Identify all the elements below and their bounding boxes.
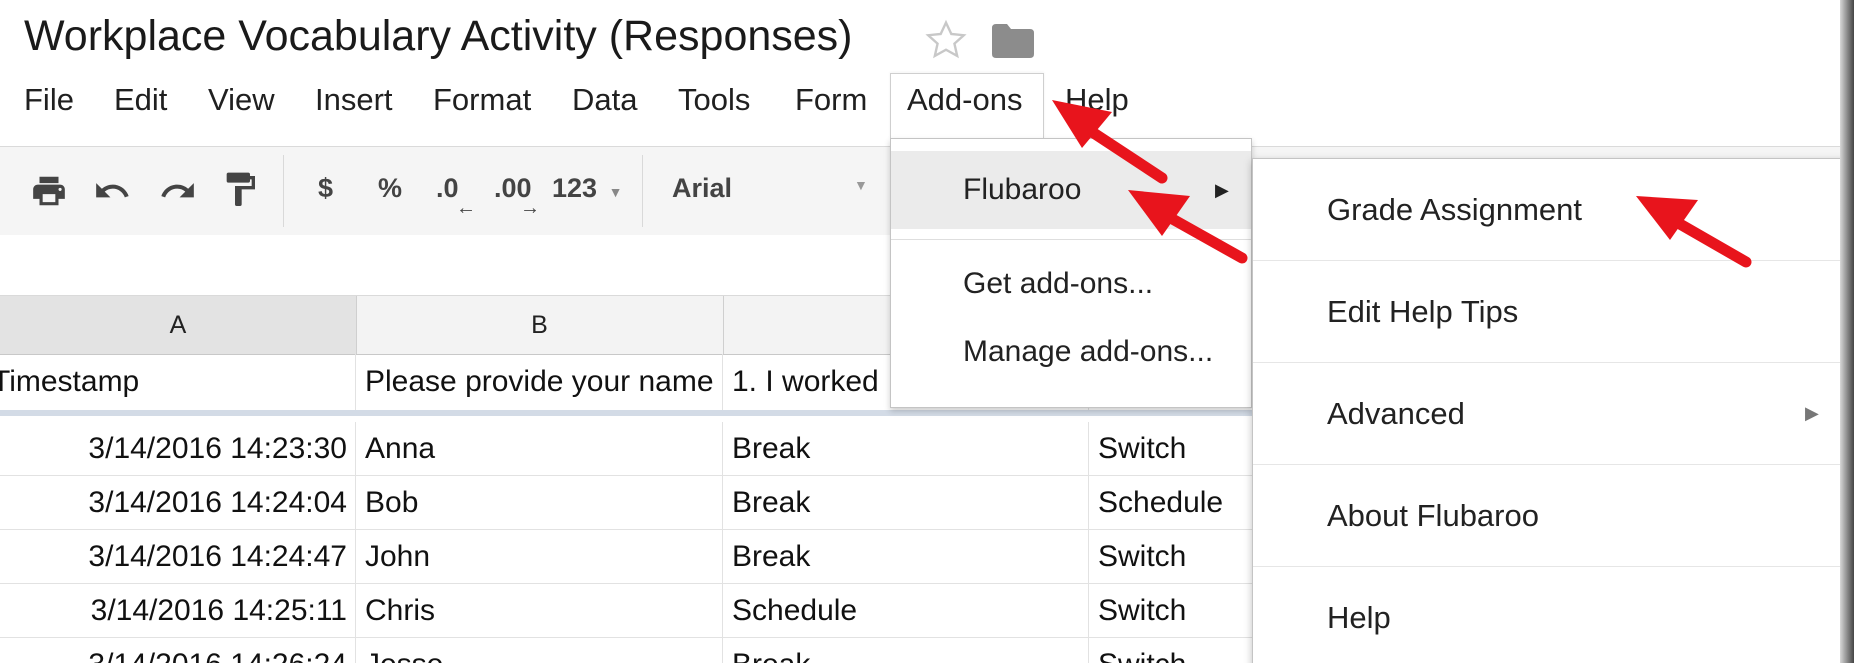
table-cell[interactable]: Schedule [723,584,1089,637]
font-select[interactable]: Arial ▼ [672,173,872,204]
menu-item-get-addons-label: Get add-ons... [963,267,1154,300]
arrow-right-icon: → [520,197,540,219]
table-cell[interactable]: Break [723,422,1089,475]
percent-format-button[interactable]: % [378,173,402,204]
font-select-value: Arial [672,173,733,203]
chevron-down-icon: ▼ [854,177,868,193]
table-cell[interactable]: 3/14/2016 14:26:24 [0,638,356,663]
table-cell[interactable]: Break [723,638,1089,663]
menu-addons[interactable]: Add-ons [907,82,1022,118]
menu-divider [891,239,1251,240]
table-cell[interactable]: 3/14/2016 14:25:11 [0,584,356,637]
table-cell[interactable]: Break [723,530,1089,583]
table-cell[interactable]: Break [723,476,1089,529]
addons-dropdown-menu: Flubaroo ▶ Get add-ons... Manage add-ons… [890,138,1252,408]
spreadsheet-window: Workplace Vocabulary Activity (Responses… [0,0,1854,663]
table-cell[interactable]: Bob [356,476,723,529]
table-cell[interactable]: Jesse [356,638,723,663]
submenu-item-help[interactable]: Help [1253,567,1847,663]
menu-tools[interactable]: Tools [678,82,750,118]
submenu-item-label: Edit Help Tips [1327,294,1519,329]
submenu-item-label: Grade Assignment [1327,192,1583,227]
submenu-arrow-icon: ▶ [1805,403,1819,423]
submenu-item-about-flubaroo[interactable]: About Flubaroo [1253,465,1847,567]
table-cell[interactable]: 3/14/2016 14:24:47 [0,530,356,583]
flubaroo-submenu: Grade Assignment Edit Help Tips Advanced… [1252,158,1848,663]
header-cell-name[interactable]: Please provide your name [356,354,723,410]
submenu-item-edit-help-tips[interactable]: Edit Help Tips [1253,261,1847,363]
menu-insert[interactable]: Insert [315,82,393,118]
menu-file[interactable]: File [24,82,74,118]
currency-format-button[interactable]: $ [318,173,333,204]
menu-item-flubaroo-label: Flubaroo [963,173,1082,206]
menu-item-manage-addons-label: Manage add-ons... [963,335,1214,368]
star-icon[interactable] [924,18,968,62]
submenu-item-advanced[interactable]: Advanced ▶ [1253,363,1847,465]
table-cell[interactable]: Chris [356,584,723,637]
table-cell[interactable]: 3/14/2016 14:24:04 [0,476,356,529]
submenu-item-grade-assignment[interactable]: Grade Assignment [1253,159,1847,261]
submenu-arrow-icon: ▶ [1215,180,1229,200]
decrease-decimals-button[interactable]: .0 ← [436,173,476,219]
menu-format[interactable]: Format [433,82,531,118]
menu-view[interactable]: View [208,82,275,118]
more-formats-button[interactable]: 123 ▼ [552,173,622,204]
column-header-b[interactable]: B [356,296,724,354]
toolbar-separator [642,155,643,227]
menu-form[interactable]: Form [795,82,867,118]
toolbar-separator [283,155,284,227]
more-formats-label: 123 [552,173,598,203]
arrow-left-icon: ← [456,197,476,219]
menu-help[interactable]: Help [1065,82,1129,118]
undo-icon[interactable] [92,172,132,210]
menu-data[interactable]: Data [572,82,637,118]
menu-edit[interactable]: Edit [114,82,167,118]
print-icon[interactable] [30,172,68,210]
document-title[interactable]: Workplace Vocabulary Activity (Responses… [24,12,853,61]
table-cell[interactable]: 3/14/2016 14:23:30 [0,422,356,475]
menu-item-flubaroo[interactable]: Flubaroo ▶ [891,151,1251,229]
submenu-item-label: Advanced [1327,396,1465,431]
table-cell[interactable]: Anna [356,422,723,475]
redo-icon[interactable] [158,172,198,210]
column-header-a[interactable]: A [0,296,357,354]
table-cell[interactable]: John [356,530,723,583]
submenu-item-label: About Flubaroo [1327,498,1539,533]
chevron-down-icon: ▼ [608,184,623,200]
folder-icon[interactable] [992,24,1034,58]
header-cell-timestamp[interactable]: Timestamp [0,354,356,410]
increase-decimals-button[interactable]: .00 → [494,173,540,219]
paint-format-icon[interactable] [220,169,260,213]
submenu-item-label: Help [1327,600,1391,635]
window-edge [1840,0,1854,663]
